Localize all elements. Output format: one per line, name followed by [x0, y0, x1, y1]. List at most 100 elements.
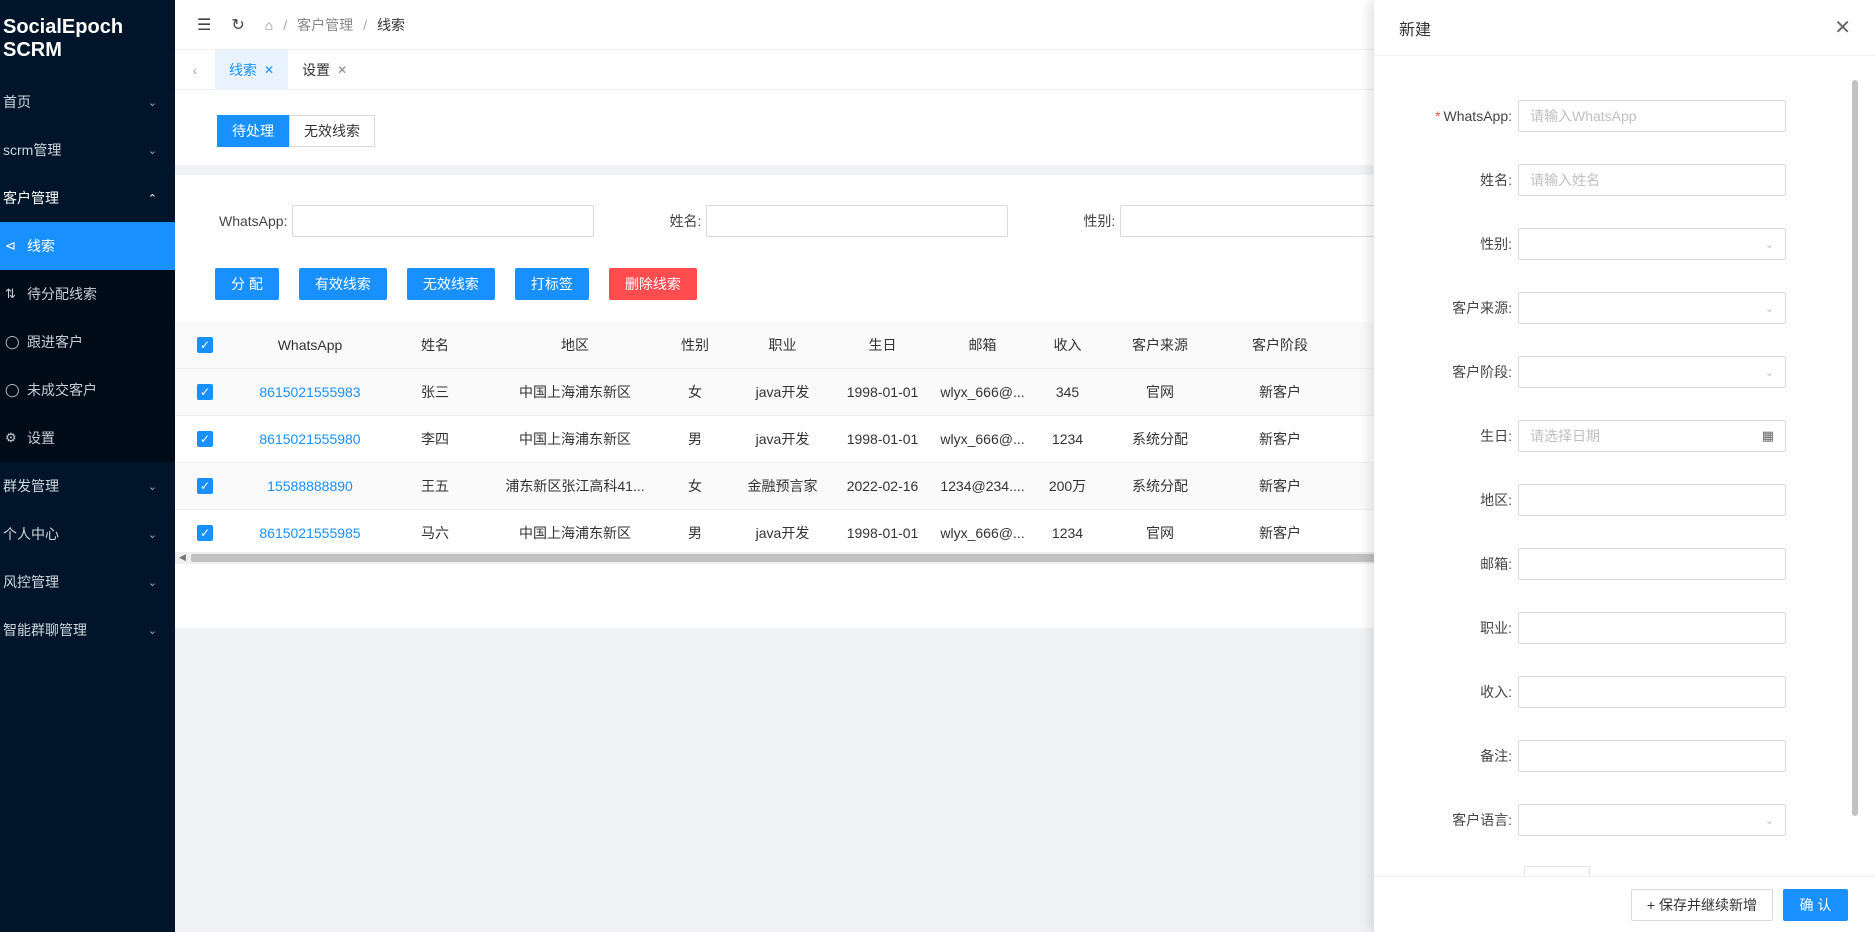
table-cell: 新客户: [1259, 478, 1301, 494]
sidebar-item-leads[interactable]: ⊲ 线索: [0, 222, 175, 270]
delete-leads-button[interactable]: 删除线索: [608, 268, 697, 300]
sidebar-item-follow-customers[interactable]: ◯ 跟进客户: [0, 318, 175, 366]
menu-group-smart-group-chat[interactable]: 智能群聊管理 ⌄: [0, 606, 175, 654]
tab-settings[interactable]: 设置 ✕: [288, 50, 361, 90]
table-cell: java开发: [755, 384, 810, 400]
field-label: 客户来源:: [1452, 300, 1512, 316]
field-label: 收入:: [1480, 684, 1512, 700]
menu-group-personal[interactable]: 个人中心 ⌄: [0, 510, 175, 558]
filter-label-gender: 性别:: [1083, 213, 1116, 229]
table-cell: 中国上海浦东新区: [519, 384, 631, 400]
close-icon[interactable]: ✕: [1834, 15, 1851, 40]
breadcrumb-parent[interactable]: 客户管理: [297, 15, 353, 35]
scroll-left-icon[interactable]: ◀: [179, 552, 186, 563]
customer-stage-select[interactable]: ⌄: [1518, 356, 1786, 388]
name-input[interactable]: 请输入姓名: [1518, 164, 1786, 196]
input-placeholder: 请选择日期: [1530, 428, 1600, 444]
field-label: 地区:: [1480, 492, 1512, 508]
breadcrumb: ⌂ / 客户管理 / 线索: [265, 15, 405, 35]
email-input[interactable]: [1518, 548, 1786, 580]
income-input[interactable]: [1518, 676, 1786, 708]
customer-source-select[interactable]: ⌄: [1518, 292, 1786, 324]
gender-select[interactable]: ⌄: [1518, 228, 1786, 260]
row-checkbox[interactable]: ✓: [197, 431, 213, 447]
whatsapp-link[interactable]: 8615021555983: [235, 384, 385, 400]
form-row-email: 邮箱:: [1374, 548, 1854, 580]
table-cell: 张三: [421, 384, 449, 400]
whatsapp-link[interactable]: 8615021555980: [235, 431, 385, 447]
save-and-continue-button[interactable]: + 保存并继续新增: [1630, 888, 1773, 921]
table-cell: 中国上海浦东新区: [519, 431, 631, 447]
menu-group-label: 客户管理: [3, 190, 59, 206]
area-input[interactable]: [1518, 484, 1786, 516]
tab-label: 设置: [302, 61, 331, 78]
menu-group-label: 首页: [3, 94, 31, 110]
form-row-area: 地区:: [1374, 484, 1854, 516]
menu-fold-icon[interactable]: ☰: [197, 15, 211, 35]
breadcrumb-separator: /: [363, 16, 367, 33]
table-cell: 系统分配: [1132, 431, 1188, 447]
menu-group-home[interactable]: 首页 ⌄: [0, 78, 175, 126]
job-input[interactable]: [1518, 612, 1786, 644]
drawer-scrollbar[interactable]: [1850, 80, 1860, 870]
column-header: 收入: [1053, 337, 1082, 353]
horizontal-scrollbar[interactable]: ◀: [175, 552, 1375, 564]
row-checkbox[interactable]: ✓: [197, 525, 213, 541]
segment-pending[interactable]: 待处理: [217, 115, 289, 147]
name-filter-input[interactable]: [706, 205, 1009, 237]
field-label: WhatsApp:: [1443, 108, 1512, 124]
column-header: 邮箱: [968, 337, 997, 353]
home-icon[interactable]: ⌂: [265, 17, 273, 33]
column-header: 姓名: [421, 337, 449, 353]
segment-invalid-leads[interactable]: 无效线索: [289, 115, 375, 147]
scrollbar-thumb[interactable]: [1852, 80, 1858, 816]
sidebar-item-unclosed-customers[interactable]: ◯ 未成交客户: [0, 366, 175, 414]
table-cell: wlyx_666@...: [940, 525, 1025, 541]
menu-group-customer[interactable]: 客户管理 ⌃: [0, 174, 175, 222]
whatsapp-filter-input[interactable]: [292, 205, 595, 237]
close-icon[interactable]: ✕: [264, 63, 274, 77]
chevron-down-icon: ⌄: [147, 576, 157, 589]
sidebar-item-unassigned-leads[interactable]: ⇅ 待分配线索: [0, 270, 175, 318]
assign-button[interactable]: 分 配: [215, 268, 279, 300]
valid-leads-button[interactable]: 有效线索: [298, 268, 387, 300]
refresh-icon[interactable]: ↻: [231, 15, 244, 35]
chevron-left-icon[interactable]: ‹: [175, 62, 215, 78]
tab-leads[interactable]: 线索 ✕: [215, 49, 289, 90]
whatsapp-input[interactable]: 请输入WhatsApp: [1518, 100, 1786, 132]
field-label: 客户语言:: [1452, 812, 1512, 828]
branch-icon: ⇅: [5, 286, 16, 301]
column-header: 生日: [868, 337, 897, 353]
row-checkbox[interactable]: ✓: [197, 384, 213, 400]
tag-button[interactable]: 打标签: [514, 268, 589, 300]
menu-group-label: 智能群聊管理: [3, 622, 87, 638]
column-header: WhatsApp: [277, 337, 343, 353]
table-cell: 中国上海浦东新区: [519, 525, 631, 541]
leads-table: ✓ WhatsApp 姓名 地区 性别 职业 生日 邮箱 收入 客户来源 客户阶…: [175, 322, 1375, 557]
menu-group-risk[interactable]: 风控管理 ⌄: [0, 558, 175, 606]
table-cell: 王五: [421, 478, 449, 494]
row-checkbox[interactable]: ✓: [197, 478, 213, 494]
chevron-down-icon: ⌄: [147, 624, 157, 637]
drawer-body: * WhatsApp: 请输入WhatsApp 姓名: 请输入姓名 性别: ⌄ 客…: [1374, 56, 1875, 876]
sidebar-item-settings[interactable]: ⚙ 设置: [0, 414, 175, 462]
close-icon[interactable]: ✕: [337, 63, 347, 77]
form-row-name: 姓名: 请输入姓名: [1374, 164, 1854, 196]
birthday-date-picker[interactable]: 请选择日期 ▦: [1518, 420, 1786, 452]
whatsapp-link[interactable]: 15588888890: [235, 478, 385, 494]
table-cell: 男: [688, 431, 702, 447]
scrollbar-thumb[interactable]: [191, 554, 1375, 562]
invalid-leads-button[interactable]: 无效线索: [406, 268, 495, 300]
whatsapp-link[interactable]: 8615021555985: [235, 525, 385, 541]
select-all-checkbox[interactable]: ✓: [197, 337, 213, 353]
share-icon: ⊲: [5, 238, 16, 253]
form-row-stage: 客户阶段: ⌄: [1374, 356, 1854, 388]
drawer-footer: + 保存并继续新增 确 认: [1374, 876, 1875, 932]
menu-group-broadcast[interactable]: 群发管理 ⌄: [0, 462, 175, 510]
remark-input[interactable]: [1518, 740, 1786, 772]
customer-language-select[interactable]: ⌄: [1518, 804, 1786, 836]
action-bar: 分 配 有效线索 无效线索 打标签 删除线索: [215, 268, 717, 300]
confirm-button[interactable]: 确 认: [1783, 888, 1848, 921]
menu-group-scrm[interactable]: scrm管理 ⌄: [0, 126, 175, 174]
form-row-whatsapp: * WhatsApp: 请输入WhatsApp: [1374, 100, 1854, 132]
